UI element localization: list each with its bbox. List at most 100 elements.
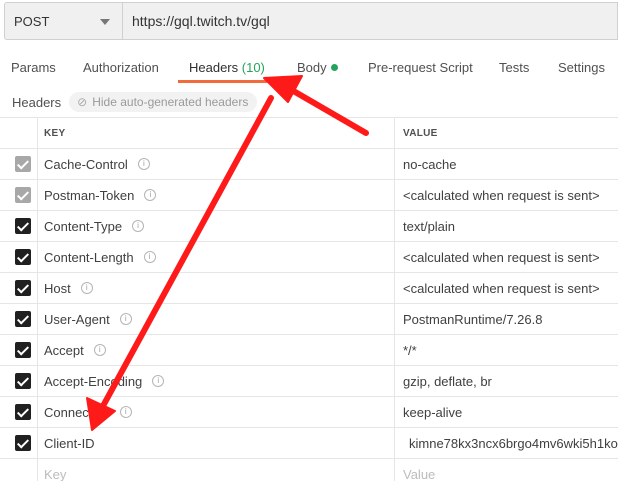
header-value[interactable]: kimne78kx3ncx6brgo4mv6wki5h1ko xyxy=(395,428,618,458)
header-value[interactable]: */* xyxy=(395,335,618,365)
tab-headers-label: Headers xyxy=(189,60,239,75)
checkbox-cell xyxy=(0,304,38,334)
checkbox-cell xyxy=(0,180,38,210)
tab-body-label: Body xyxy=(297,60,327,75)
row-checkbox[interactable] xyxy=(15,249,31,265)
row-checkbox[interactable] xyxy=(15,187,31,203)
column-header-value: VALUE xyxy=(403,127,438,139)
header-value[interactable]: <calculated when request is sent> xyxy=(395,180,618,210)
header-key-cell[interactable]: Connection i xyxy=(38,397,395,427)
header-key: Postman-Token xyxy=(44,187,135,203)
header-key: Content-Length xyxy=(44,249,134,265)
active-tab-underline xyxy=(178,80,267,83)
headers-table: KEY VALUE Cache-Control i no-cache Postma… xyxy=(0,117,618,481)
header-key-cell[interactable]: Postman-Token i xyxy=(38,180,395,210)
method-select[interactable]: POST xyxy=(4,2,122,40)
checkbox-cell xyxy=(0,335,38,365)
row-checkbox[interactable] xyxy=(15,156,31,172)
row-checkbox[interactable] xyxy=(15,280,31,296)
info-icon[interactable]: i xyxy=(80,282,93,294)
header-key-cell[interactable]: Content-Length i xyxy=(38,242,395,272)
table-row: Connection i keep-alive xyxy=(0,396,618,427)
hide-auto-generated-label: Hide auto-generated headers xyxy=(92,95,249,109)
table-row: Accept-Encoding i gzip, deflate, br xyxy=(0,365,618,396)
request-url-bar: POST https://gql.twitch.tv/gql xyxy=(4,2,618,40)
table-row: Content-Length i <calculated when request… xyxy=(0,241,618,272)
headers-section-title: Headers xyxy=(12,94,62,110)
row-checkbox[interactable] xyxy=(15,435,31,451)
checkbox-cell xyxy=(0,211,38,241)
header-value[interactable]: no-cache xyxy=(395,149,618,179)
checkbox-cell xyxy=(0,273,38,303)
header-key-cell[interactable]: Host i xyxy=(38,273,395,303)
row-checkbox[interactable] xyxy=(15,218,31,234)
header-key-cell[interactable]: Accept-Encoding i xyxy=(38,366,395,396)
table-row: User-Agent i PostmanRuntime/7.26.8 xyxy=(0,303,618,334)
table-row: Accept i */* xyxy=(0,334,618,365)
tab-headers[interactable]: Headers (10) xyxy=(189,60,265,75)
checkbox-cell xyxy=(0,149,38,179)
new-header-row: Key Value xyxy=(0,458,618,481)
header-value[interactable]: keep-alive xyxy=(395,397,618,427)
tab-pre-request-script[interactable]: Pre-request Script xyxy=(368,60,473,75)
header-key: Content-Type xyxy=(44,218,123,234)
checkbox-cell xyxy=(0,428,38,458)
url-input[interactable]: https://gql.twitch.tv/gql xyxy=(122,2,618,40)
checkbox-cell xyxy=(0,242,38,272)
header-key: Host xyxy=(44,280,71,296)
info-icon[interactable]: i xyxy=(119,406,132,418)
table-row: Postman-Token i <calculated when request … xyxy=(0,179,618,210)
header-key-cell[interactable]: Client-ID xyxy=(38,428,395,458)
header-key: User-Agent xyxy=(44,311,110,327)
header-key: Accept-Encoding xyxy=(44,373,143,389)
header-key: Client-ID xyxy=(44,435,95,451)
row-checkbox[interactable] xyxy=(15,404,31,420)
headers-subheader: Headers ⊘ Hide auto-generated headers xyxy=(12,92,258,112)
body-indicator-dot xyxy=(330,64,338,71)
tab-authorization[interactable]: Authorization xyxy=(83,60,159,75)
column-header-key: KEY xyxy=(38,118,395,148)
tab-tests[interactable]: Tests xyxy=(499,60,529,75)
header-key: Cache-Control xyxy=(44,156,128,172)
checkbox-cell xyxy=(0,397,38,427)
info-icon[interactable]: i xyxy=(143,251,156,263)
table-row: Cache-Control i no-cache xyxy=(0,148,618,179)
header-value[interactable]: gzip, deflate, br xyxy=(395,366,618,396)
tab-body[interactable]: Body xyxy=(297,60,338,75)
request-tabs: Params Authorization Headers (10) Body P… xyxy=(0,52,618,86)
info-icon[interactable]: i xyxy=(132,220,145,232)
table-row: Host i <calculated when request is sent> xyxy=(0,272,618,303)
info-icon[interactable]: i xyxy=(152,375,165,387)
info-icon[interactable]: i xyxy=(119,313,132,325)
row-checkbox[interactable] xyxy=(15,311,31,327)
header-check-cell xyxy=(0,118,38,148)
header-key-cell[interactable]: Cache-Control i xyxy=(38,149,395,179)
tab-headers-count: (10) xyxy=(241,60,265,75)
header-value[interactable]: PostmanRuntime/7.26.8 xyxy=(395,304,618,334)
info-icon[interactable]: i xyxy=(137,158,150,170)
row-checkbox[interactable] xyxy=(15,342,31,358)
header-key-cell[interactable]: User-Agent i xyxy=(38,304,395,334)
table-row: Client-ID kimne78kx3ncx6brgo4mv6wki5h1ko xyxy=(0,427,618,458)
header-value[interactable]: <calculated when request is sent> xyxy=(395,273,618,303)
tab-settings[interactable]: Settings xyxy=(558,60,605,75)
header-value[interactable]: text/plain xyxy=(395,211,618,241)
info-icon[interactable]: i xyxy=(144,189,157,201)
header-value[interactable]: <calculated when request is sent> xyxy=(395,242,618,272)
table-row: Content-Type i text/plain xyxy=(0,210,618,241)
chevron-down-icon xyxy=(100,19,110,25)
method-label: POST xyxy=(14,13,50,29)
tab-params[interactable]: Params xyxy=(11,60,56,75)
row-checkbox[interactable] xyxy=(15,373,31,389)
info-icon[interactable]: i xyxy=(93,344,106,356)
header-key: Accept xyxy=(44,342,84,358)
checkbox-cell xyxy=(0,459,38,481)
table-header-row: KEY VALUE xyxy=(0,117,618,148)
new-value-input[interactable]: Value xyxy=(395,459,618,481)
checkbox-cell xyxy=(0,366,38,396)
new-key-input[interactable]: Key xyxy=(38,459,395,481)
header-key-cell[interactable]: Content-Type i xyxy=(38,211,395,241)
hide-auto-generated-button[interactable]: ⊘ Hide auto-generated headers xyxy=(69,92,258,112)
eye-off-icon: ⊘ xyxy=(77,95,88,109)
header-key-cell[interactable]: Accept i xyxy=(38,335,395,365)
